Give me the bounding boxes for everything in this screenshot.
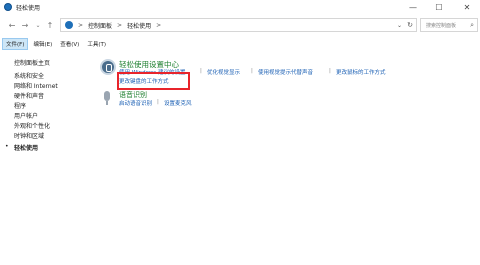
maximize-button[interactable]: ☐ (428, 0, 450, 14)
address-bar-row: ← → ⌄ ↑ > 控制面板 > 轻松使用 > ⌄ ↻ 搜索控制面板 ⌕ (0, 14, 480, 36)
sidebar-item-clock-region[interactable]: 时钟和区域 (14, 131, 44, 140)
search-input[interactable]: 搜索控制面板 ⌕ (420, 18, 478, 32)
link-set-up-microphone[interactable]: 设置麦克风 (164, 99, 192, 107)
link-mouse-settings[interactable]: 更改鼠标的工作方式 (336, 68, 386, 76)
forward-arrow-icon[interactable]: → (19, 18, 31, 32)
control-panel-icon (65, 21, 73, 29)
sidebar-item-network[interactable]: 网络和 Internet (14, 81, 58, 90)
breadcrumb-ease-of-access[interactable]: 轻松使用 (127, 21, 151, 30)
sidebar-item-system-security[interactable]: 系统和安全 (14, 71, 44, 80)
breadcrumb-control-panel[interactable]: 控制面板 (88, 21, 112, 30)
current-item-bullet: • (5, 143, 9, 150)
search-icon[interactable]: ⌕ (470, 21, 474, 30)
link-keyboard-settings[interactable]: 更改键盘的工作方式 (119, 77, 169, 85)
sidebar-item-programs[interactable]: 程序 (14, 101, 26, 110)
title-bar: 轻松使用 — ☐ ✕ (0, 0, 480, 14)
main-content: 轻松使用设置中心 使用 Windows 建议的设置 | 优化视觉显示 | 使用视… (96, 50, 480, 265)
address-field[interactable]: > 控制面板 > 轻松使用 > ⌄ ↻ (60, 18, 417, 32)
accessibility-icon (4, 3, 12, 11)
menu-view[interactable]: 查看(V) (57, 39, 82, 49)
menu-file[interactable]: 文件(F) (2, 38, 29, 50)
link-recommended-settings[interactable]: 使用 Windows 建议的设置 (119, 68, 186, 76)
link-separator: | (251, 68, 253, 74)
sidebar: 控制面板主页 系统和安全 网络和 Internet 硬件和声音 程序 用户帐户 … (0, 50, 96, 265)
up-arrow-icon[interactable]: ↑ (44, 18, 56, 32)
menu-bar: 文件(F) 编辑(E) 查看(V) 工具(T) (0, 38, 480, 50)
breadcrumb-separator: > (78, 21, 84, 29)
back-arrow-icon[interactable]: ← (6, 18, 18, 32)
ease-of-access-center-icon (100, 59, 116, 75)
link-separator: | (157, 99, 159, 105)
link-start-speech-recognition[interactable]: 启动语音识别 (119, 99, 152, 107)
link-optimize-visual[interactable]: 优化视觉显示 (207, 68, 240, 76)
minimize-button[interactable]: — (402, 0, 424, 14)
menu-edit[interactable]: 编辑(E) (30, 39, 55, 49)
breadcrumb-separator: > (117, 21, 123, 29)
link-separator: | (329, 68, 331, 74)
menu-tools[interactable]: 工具(T) (84, 39, 109, 49)
recent-locations-chevron-icon[interactable]: ⌄ (32, 18, 44, 32)
sidebar-item-appearance[interactable]: 外观和个性化 (14, 121, 50, 130)
sidebar-item-hardware-sound[interactable]: 硬件和声音 (14, 91, 44, 100)
address-dropdown-icon[interactable]: ⌄ (397, 22, 402, 29)
search-placeholder: 搜索控制面板 (426, 22, 457, 29)
sidebar-home-link[interactable]: 控制面板主页 (14, 58, 50, 67)
link-separator: | (200, 68, 202, 74)
microphone-icon (104, 91, 110, 105)
close-button[interactable]: ✕ (456, 0, 478, 14)
sidebar-item-ease-of-access[interactable]: 轻松使用 (14, 143, 38, 152)
breadcrumb-separator: > (156, 21, 162, 29)
sidebar-item-user-accounts[interactable]: 用户帐户 (14, 111, 38, 120)
link-visual-cues[interactable]: 使用视觉提示代替声音 (258, 68, 313, 76)
window-title: 轻松使用 (16, 4, 41, 12)
refresh-icon[interactable]: ↻ (407, 21, 413, 29)
